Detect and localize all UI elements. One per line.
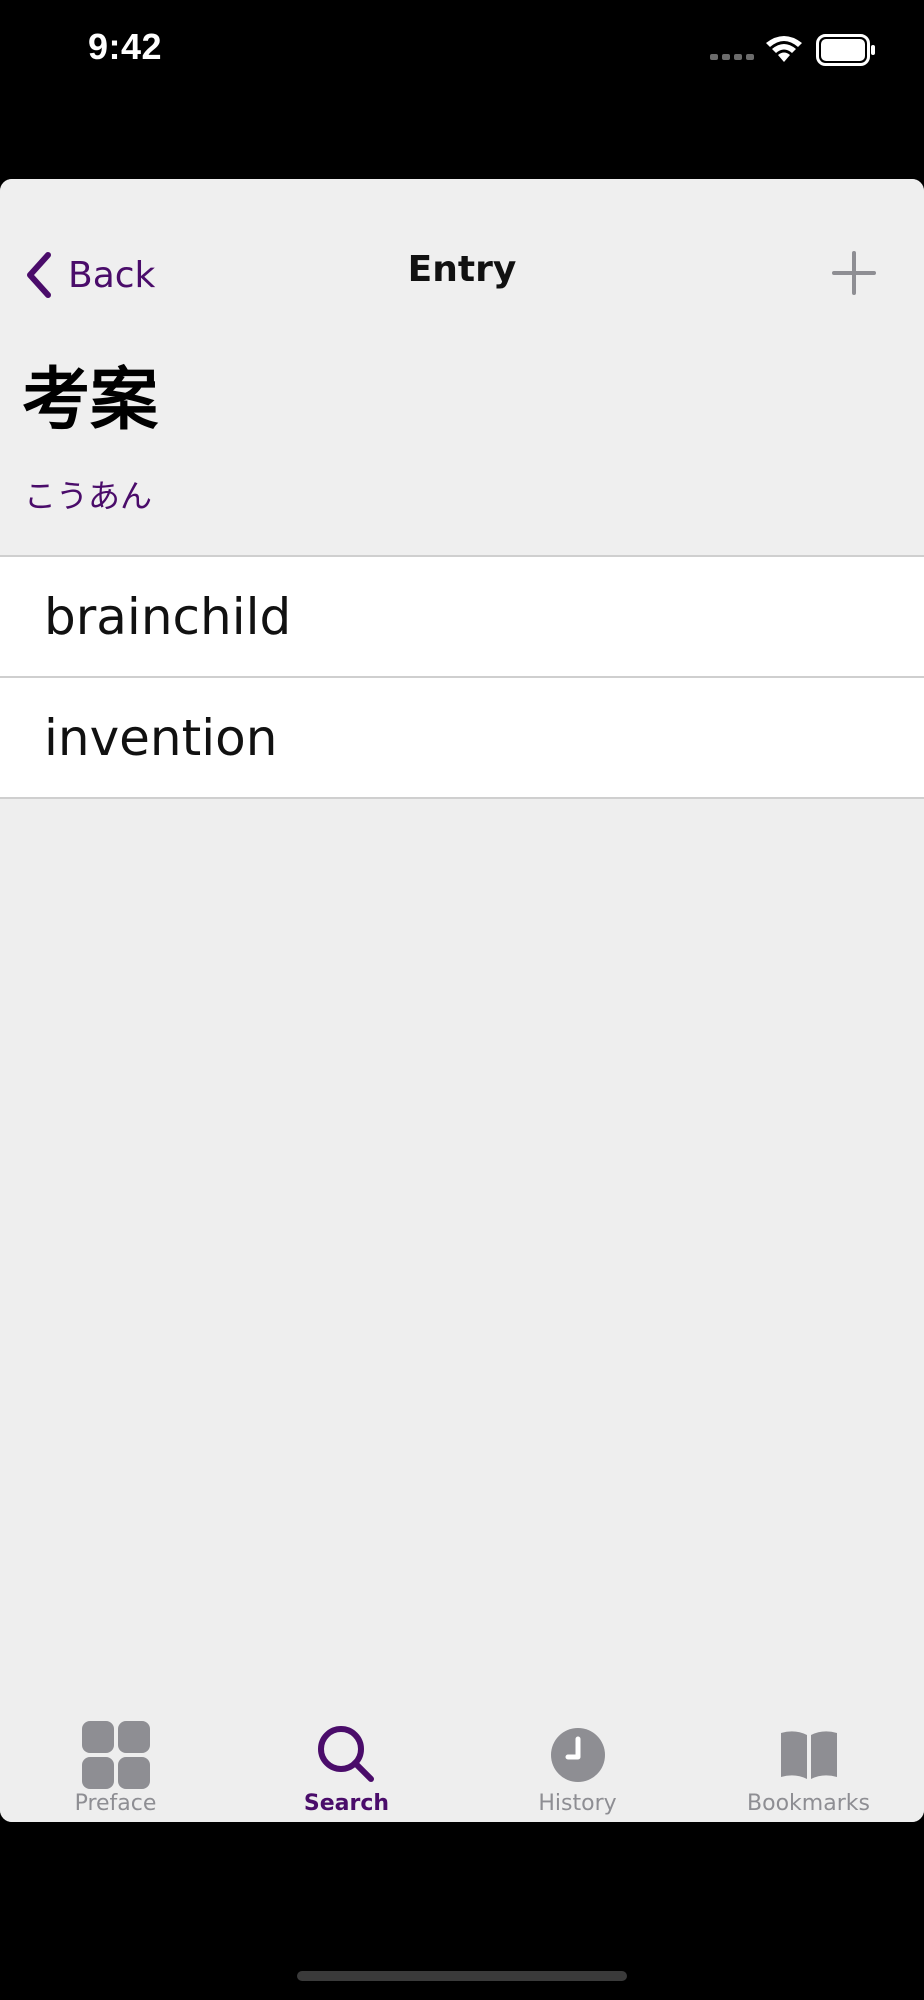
status-bar: 9:42 bbox=[0, 0, 924, 100]
tab-bar: Preface Search History Bookmarks bbox=[0, 1709, 924, 1822]
tab-search[interactable]: Search bbox=[231, 1709, 462, 1822]
signal-dots-icon bbox=[710, 54, 754, 60]
reading: こうあん bbox=[24, 477, 153, 515]
tab-history[interactable]: History bbox=[462, 1709, 693, 1822]
clock-icon bbox=[550, 1728, 605, 1782]
definition-text: brainchild bbox=[44, 587, 292, 646]
grid-icon bbox=[81, 1721, 150, 1789]
book-icon bbox=[780, 1731, 837, 1779]
entry-sheet: Back Entry 考案 こうあん brainchild invention … bbox=[0, 179, 924, 1822]
tab-label-search: Search bbox=[303, 1791, 390, 1816]
definition-text: invention bbox=[44, 708, 278, 767]
navigation-bar: Back Entry bbox=[0, 179, 924, 369]
home-indicator[interactable] bbox=[297, 1971, 627, 1981]
definition-list: brainchild invention bbox=[0, 555, 924, 799]
plus-icon[interactable] bbox=[830, 249, 878, 297]
list-item[interactable]: invention bbox=[0, 678, 924, 799]
tab-preface[interactable]: Preface bbox=[0, 1709, 231, 1822]
list-item[interactable]: brainchild bbox=[0, 557, 924, 678]
tab-label-preface: Preface bbox=[74, 1791, 157, 1816]
status-time: 9:42 bbox=[88, 26, 163, 67]
tab-bookmarks[interactable]: Bookmarks bbox=[693, 1709, 924, 1822]
wifi-icon bbox=[766, 36, 802, 62]
headword: 考案 bbox=[22, 361, 159, 440]
battery-icon bbox=[816, 34, 875, 66]
tab-label-history: History bbox=[538, 1791, 617, 1816]
tab-label-bookmarks: Bookmarks bbox=[747, 1791, 870, 1816]
search-icon bbox=[317, 1726, 374, 1782]
page-title: Entry bbox=[407, 249, 517, 290]
